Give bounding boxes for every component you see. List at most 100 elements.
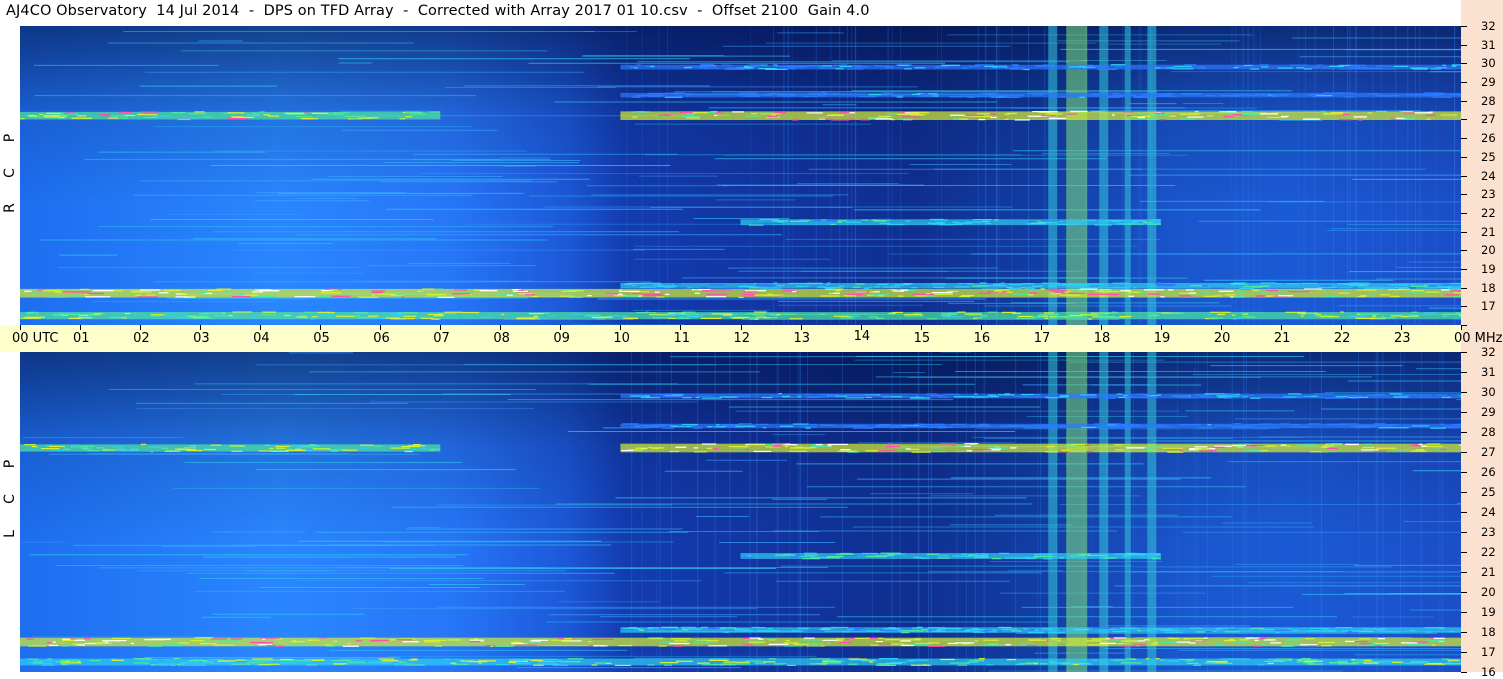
time-tick-mark — [920, 325, 922, 330]
time-tick-label: 01 — [73, 331, 90, 346]
polarization-letter: L — [2, 530, 18, 538]
time-tick-mark — [200, 325, 202, 330]
freq-tick-label: 17 — [1481, 299, 1496, 314]
time-tick-mark — [1220, 325, 1222, 330]
time-tick-label: 05 — [313, 331, 330, 346]
spectrogram-svg — [20, 26, 1461, 325]
time-tick-label: 08 — [493, 331, 510, 346]
time-tick-mark — [80, 325, 82, 330]
lcp-spectrogram-panel — [20, 352, 1461, 672]
freq-tick-label: 25 — [1481, 149, 1496, 164]
time-tick-label: 04 — [253, 331, 270, 346]
freq-tick-label: 29 — [1481, 405, 1496, 419]
time-tick-label: 19 — [1153, 331, 1171, 346]
freq-tick-label: 24 — [1481, 168, 1496, 183]
time-tick-mark — [1340, 325, 1342, 330]
freq-tick-mark — [1461, 532, 1467, 533]
freq-tick-label: 32 — [1481, 345, 1496, 359]
time-tick-label: 16 — [973, 331, 991, 346]
time-tick-label: 00 UTC — [12, 331, 59, 346]
time-tick-mark — [560, 325, 562, 330]
freq-tick-mark — [1461, 472, 1467, 473]
time-tick-label: 14 — [853, 329, 871, 344]
freq-tick-label: 21 — [1481, 565, 1496, 579]
broadband-column — [1066, 26, 1088, 325]
freq-tick-mark — [1461, 512, 1467, 513]
time-tick-label: 18 — [1093, 331, 1111, 346]
time-tick-label: 20 — [1213, 331, 1231, 346]
freq-tick-mark — [1461, 412, 1467, 413]
freq-tick-label: 23 — [1481, 187, 1496, 202]
freq-tick-label: 20 — [1481, 243, 1496, 258]
freq-tick-label: 22 — [1481, 545, 1496, 559]
lcp-polarization-label — [0, 352, 20, 672]
freq-tick-mark — [1461, 26, 1467, 27]
freq-tick-mark — [1461, 82, 1467, 84]
time-tick-mark — [320, 325, 322, 330]
freq-tick-mark — [1461, 372, 1467, 373]
time-tick-mark — [1400, 325, 1402, 330]
utc-time-axis: 00 UTC 01 02 03 04 05 06 07 08 09 10 11 12 13 14 15 16 17… — [0, 325, 1503, 352]
chart-title: AJ4CO Observatory 14 Jul 2014 - DPS on T… — [6, 3, 870, 19]
freq-tick-mark — [1461, 175, 1467, 177]
freq-tick-mark — [1461, 63, 1467, 65]
freq-tick-label: 29 — [1481, 75, 1496, 90]
time-tick-label: 11 — [673, 331, 690, 346]
freq-tick-mark — [1461, 138, 1467, 140]
freq-tick-mark — [1461, 652, 1467, 653]
freq-tick-mark — [1461, 287, 1467, 289]
freq-tick-label: 18 — [1481, 280, 1496, 295]
freq-tick-mark — [1461, 100, 1467, 102]
time-tick-mark — [620, 325, 622, 330]
spectrogram-svg — [20, 352, 1461, 672]
time-tick-label: 06 — [373, 331, 390, 346]
time-tick-mark — [680, 325, 682, 330]
freq-tick-label: 26 — [1481, 465, 1496, 479]
time-tick-label: 12 — [733, 331, 751, 346]
polarization-letter: P — [2, 459, 18, 469]
freq-tick-label: 28 — [1481, 93, 1496, 108]
freq-tick-mark — [1461, 352, 1467, 353]
freq-tick-mark — [1461, 268, 1467, 270]
time-tick-mark — [500, 325, 502, 330]
freq-tick-label: 24 — [1481, 505, 1496, 519]
time-tick-mark — [1280, 325, 1282, 330]
freq-tick-mark — [1461, 156, 1467, 158]
freq-tick-mark — [1461, 392, 1467, 393]
time-tick-label: 07 — [433, 331, 450, 346]
polarization-letter: P — [2, 133, 18, 143]
freq-tick-label: 27 — [1481, 112, 1496, 127]
freq-tick-label: 30 — [1481, 385, 1496, 399]
time-tick-label: 10 — [613, 331, 630, 346]
freq-tick-label: 26 — [1481, 131, 1496, 146]
freq-tick-mark — [1461, 306, 1467, 308]
time-tick-mark — [140, 325, 142, 330]
broadband-column — [1147, 26, 1157, 325]
freq-tick-mark — [1461, 632, 1467, 633]
time-tick-mark — [1160, 325, 1162, 330]
freq-tick-label: 18 — [1481, 625, 1496, 639]
time-tick-label: 09 — [553, 331, 570, 346]
freq-tick-label: 28 — [1481, 425, 1496, 439]
freq-tick-label: 30 — [1481, 56, 1496, 71]
freq-tick-mark — [1461, 194, 1467, 196]
time-tick-label: 17 — [1033, 331, 1051, 346]
time-tick-label: 23 — [1393, 331, 1411, 346]
time-tick-label: 02 — [133, 331, 150, 346]
freq-tick-mark — [1461, 44, 1467, 46]
freq-tick-mark — [1461, 212, 1467, 214]
freq-tick-label: 31 — [1481, 37, 1496, 52]
broadband-column — [1048, 352, 1058, 672]
freq-tick-mark — [1461, 572, 1467, 573]
freq-tick-mark — [1461, 432, 1467, 433]
polarization-letter: C — [2, 168, 18, 178]
time-tick-mark — [980, 325, 982, 330]
freq-tick-label: 16 — [1481, 665, 1496, 679]
time-tick-mark — [1040, 325, 1042, 330]
broadband-column — [1048, 26, 1058, 325]
time-tick-label: 15 — [913, 331, 931, 346]
freq-tick-mark — [1461, 612, 1467, 613]
broadband-column — [1147, 352, 1157, 672]
polarization-letter: R — [2, 203, 18, 213]
broadband-column — [1099, 26, 1109, 325]
